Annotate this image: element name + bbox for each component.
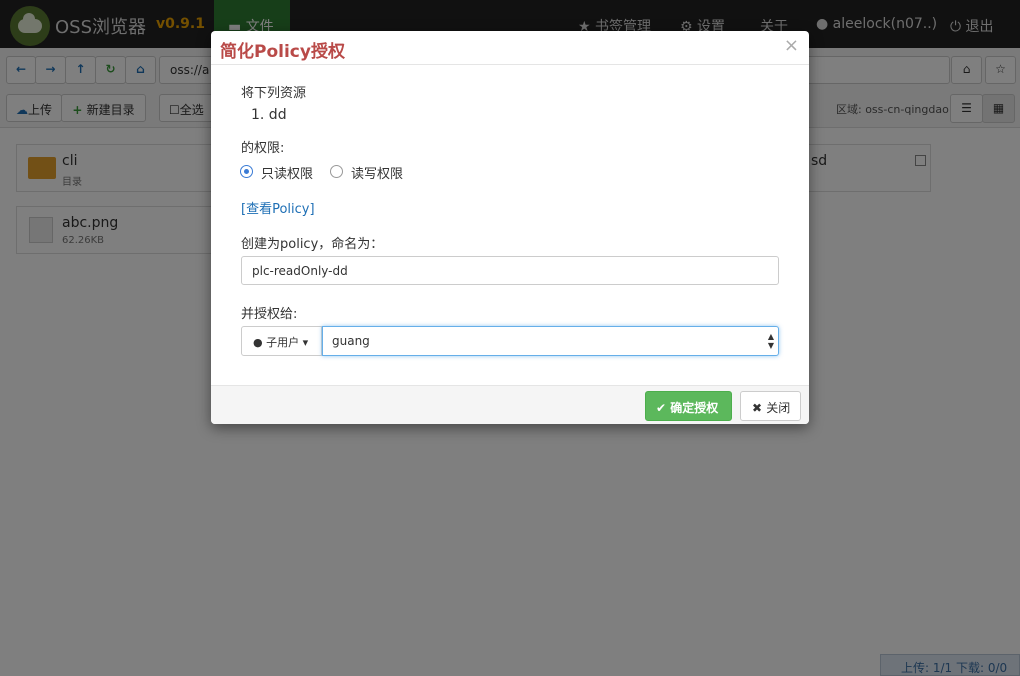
close-button[interactable]: ✖ 关闭 xyxy=(740,391,801,421)
permission-label: 的权限: xyxy=(241,141,285,156)
select-arrows-icon: ▲ ▼ xyxy=(767,332,774,350)
confirm-grant-label: 确定授权 xyxy=(670,401,719,415)
view-policy-link[interactable]: [查看Policy] xyxy=(241,198,315,217)
grant-label: 并授权给: xyxy=(241,307,298,322)
close-icon: ✖ xyxy=(752,401,767,415)
user-icon: ● xyxy=(253,336,267,349)
dialog-title: 简化Policy授权 xyxy=(220,42,345,62)
grant-type-label: 子用户 xyxy=(266,336,300,349)
close-button-label: 关闭 xyxy=(766,401,791,415)
grant-target-select[interactable]: guang ▲ ▼ xyxy=(322,326,779,356)
policy-dialog: 简化Policy授权 × 将下列资源 1. dd 的权限: 只读权限 读写权限 … xyxy=(211,31,809,424)
check-icon: ✔ xyxy=(656,401,671,415)
resource-item: 1. dd xyxy=(251,107,287,123)
confirm-grant-button[interactable]: ✔ 确定授权 xyxy=(645,391,732,421)
readonly-label[interactable]: 只读权限 xyxy=(261,163,313,182)
readwrite-radio[interactable] xyxy=(330,165,343,178)
grant-target-value: guang xyxy=(332,334,370,348)
policy-name-input[interactable] xyxy=(241,256,779,285)
close-icon[interactable]: × xyxy=(784,35,799,56)
caret-down-icon: ▾ xyxy=(299,336,309,349)
readonly-radio[interactable] xyxy=(240,165,253,178)
dialog-header: 简化Policy授权 × xyxy=(211,31,809,65)
create-policy-label: 创建为policy，命名为： xyxy=(241,237,384,252)
grant-type-dropdown[interactable]: ● 子用户 ▾ xyxy=(241,326,322,356)
resources-label: 将下列资源 xyxy=(241,86,307,101)
readwrite-label[interactable]: 读写权限 xyxy=(351,163,403,182)
